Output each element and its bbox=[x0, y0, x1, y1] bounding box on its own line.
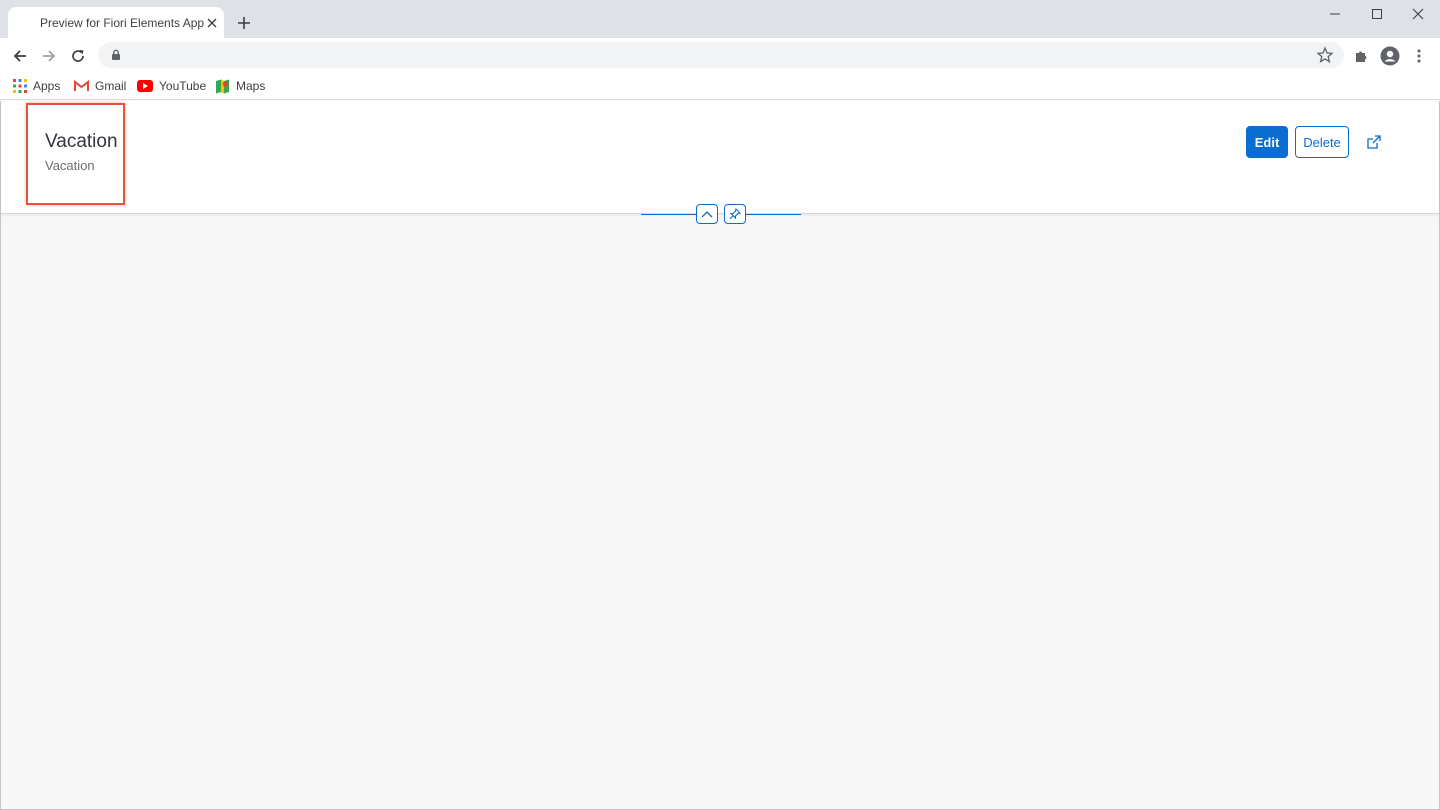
bookmarks-bar: Apps Gmail YouTube Maps bbox=[0, 72, 1440, 100]
browser-tab[interactable]: Preview for Fiori Elements App bbox=[8, 7, 224, 38]
profile-icon[interactable] bbox=[1379, 45, 1401, 67]
bookmark-maps[interactable]: Maps bbox=[215, 76, 265, 96]
star-icon[interactable] bbox=[1316, 46, 1334, 64]
tab-title: Preview for Fiori Elements App bbox=[40, 16, 205, 30]
edit-button[interactable]: Edit bbox=[1246, 126, 1288, 158]
pin-header-icon[interactable] bbox=[724, 204, 746, 224]
maps-icon bbox=[216, 79, 229, 93]
menu-icon[interactable] bbox=[1408, 45, 1430, 67]
gmail-icon bbox=[74, 80, 89, 91]
bookmark-label: YouTube bbox=[159, 79, 207, 93]
collapse-header-icon[interactable] bbox=[696, 204, 718, 224]
extensions-icon[interactable] bbox=[1350, 45, 1372, 67]
bookmark-apps[interactable]: Apps bbox=[13, 76, 60, 96]
bookmark-label: Maps bbox=[236, 79, 266, 93]
page-title: Vacation bbox=[45, 131, 118, 152]
delete-button[interactable]: Delete bbox=[1295, 126, 1349, 158]
tab-strip: Preview for Fiori Elements App bbox=[0, 0, 1440, 38]
object-page-header: Vacation Vacation Edit Delete bbox=[1, 101, 1439, 213]
tab-close-icon[interactable] bbox=[204, 15, 220, 31]
bookmark-label: Gmail bbox=[95, 79, 127, 93]
header-divider-left bbox=[641, 214, 696, 215]
title-highlight-box bbox=[26, 103, 125, 205]
address-bar[interactable] bbox=[98, 42, 1344, 68]
bookmark-label: Apps bbox=[33, 79, 61, 93]
maximize-icon[interactable] bbox=[1366, 4, 1388, 24]
header-divider-right bbox=[746, 214, 801, 215]
close-window-icon[interactable] bbox=[1407, 4, 1429, 24]
share-icon[interactable] bbox=[1363, 131, 1385, 153]
lock-icon bbox=[109, 48, 123, 62]
minimize-icon[interactable] bbox=[1324, 4, 1346, 24]
apps-grid-icon bbox=[13, 79, 27, 93]
page-subtitle: Vacation bbox=[45, 158, 95, 173]
browser-toolbar bbox=[0, 38, 1440, 72]
bookmark-youtube[interactable]: YouTube bbox=[137, 76, 206, 96]
reload-icon[interactable] bbox=[67, 45, 89, 67]
new-tab-icon[interactable] bbox=[234, 13, 254, 33]
bookmark-gmail[interactable]: Gmail bbox=[74, 76, 126, 96]
back-icon[interactable] bbox=[9, 45, 31, 67]
youtube-icon bbox=[137, 80, 153, 92]
forward-icon[interactable] bbox=[38, 45, 60, 67]
object-page: Vacation Vacation Edit Delete bbox=[0, 101, 1440, 810]
